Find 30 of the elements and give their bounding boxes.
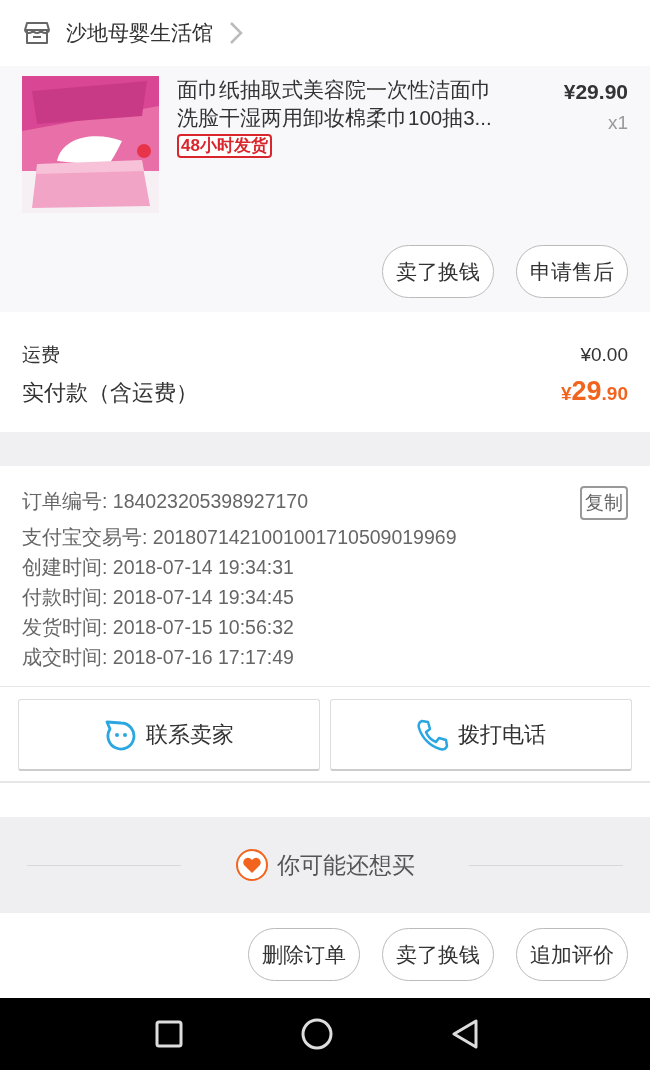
- copy-button[interactable]: 复制: [580, 486, 628, 520]
- action-button[interactable]: 申请售后: [516, 245, 628, 298]
- shipping-label: 运费: [22, 343, 60, 367]
- order-detail: 订单编号: 184023205398927170: [22, 489, 309, 514]
- back-icon[interactable]: [451, 1019, 479, 1049]
- action-button[interactable]: 删除订单: [248, 928, 360, 981]
- store-icon: [24, 21, 50, 45]
- action-button[interactable]: 卖了换钱: [382, 928, 494, 981]
- phone-icon: [416, 717, 450, 752]
- order-detail: 支付宝交易号: 2018071421001001710509019969: [22, 525, 457, 550]
- order-detail: 成交时间: 2018-07-16 17:17:49: [22, 645, 294, 670]
- total-label: 实付款（含运费）: [22, 379, 198, 407]
- contact-button[interactable]: 拨打电话: [330, 699, 632, 771]
- contact-button[interactable]: 联系卖家: [18, 699, 320, 771]
- item-quantity: x1: [607, 112, 628, 134]
- home-icon[interactable]: [301, 1018, 333, 1050]
- section-title: 你可能还想买: [277, 850, 415, 880]
- item-price: ¥29.90: [563, 80, 628, 104]
- order-detail: 创建时间: 2018-07-14 19:34:31: [22, 555, 294, 580]
- action-button[interactable]: 追加评价: [516, 928, 628, 981]
- product-title[interactable]: 面巾纸抽取式美容院一次性洁面巾洗脸干湿两用卸妆棉柔巾100抽3...: [177, 76, 507, 132]
- order-detail: 发货时间: 2018-07-15 10:56:32: [22, 615, 294, 640]
- action-button[interactable]: 卖了换钱: [382, 245, 494, 298]
- store-name[interactable]: 沙地母婴生活馆: [66, 19, 213, 47]
- order-detail: 付款时间: 2018-07-14 19:34:45: [22, 585, 294, 610]
- shipping-value: ¥0.00: [580, 344, 628, 366]
- shipping-tag: 48小时发货: [177, 134, 272, 158]
- total-price: ¥29.90: [560, 376, 628, 407]
- chat-bubble-icon: [104, 718, 138, 751]
- recent-apps-icon[interactable]: [155, 1020, 183, 1048]
